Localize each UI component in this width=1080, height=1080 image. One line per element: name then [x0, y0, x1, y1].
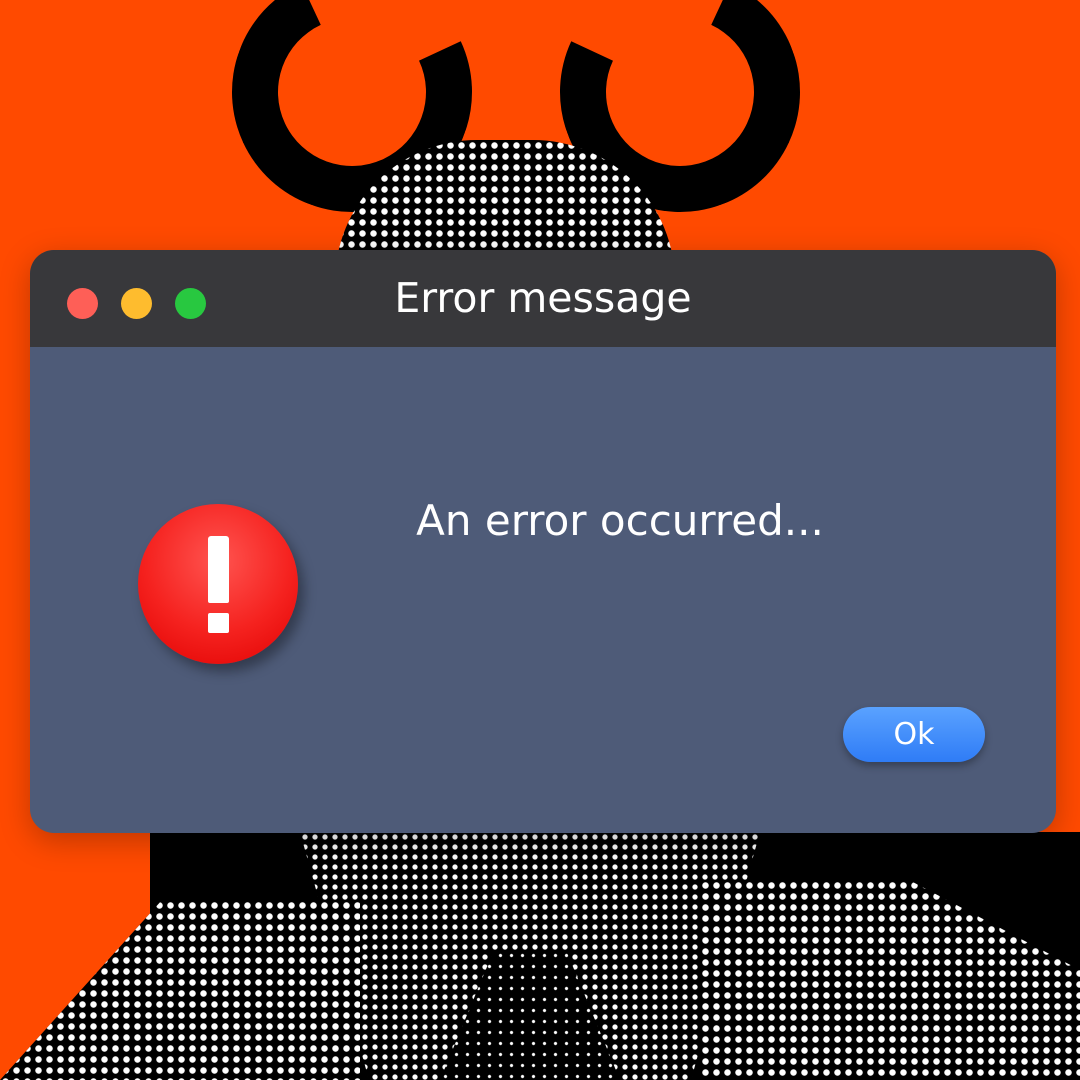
dialog-title: Error message [394, 274, 692, 322]
exclamation-dot [208, 613, 229, 633]
close-button[interactable] [67, 288, 98, 319]
screen: Error message An error occurred... Ok [0, 0, 1080, 1080]
ok-button[interactable]: Ok [843, 707, 985, 762]
minimize-button[interactable] [121, 288, 152, 319]
maximize-button[interactable] [175, 288, 206, 319]
error-dialog: Error message An error occurred... Ok [30, 250, 1056, 833]
error-message: An error occurred... [416, 496, 824, 545]
title-bar: Error message [30, 250, 1056, 347]
jacket-halftone-left [0, 900, 360, 1080]
exclamation-bar [208, 536, 229, 603]
alert-exclamation-icon [138, 504, 298, 664]
